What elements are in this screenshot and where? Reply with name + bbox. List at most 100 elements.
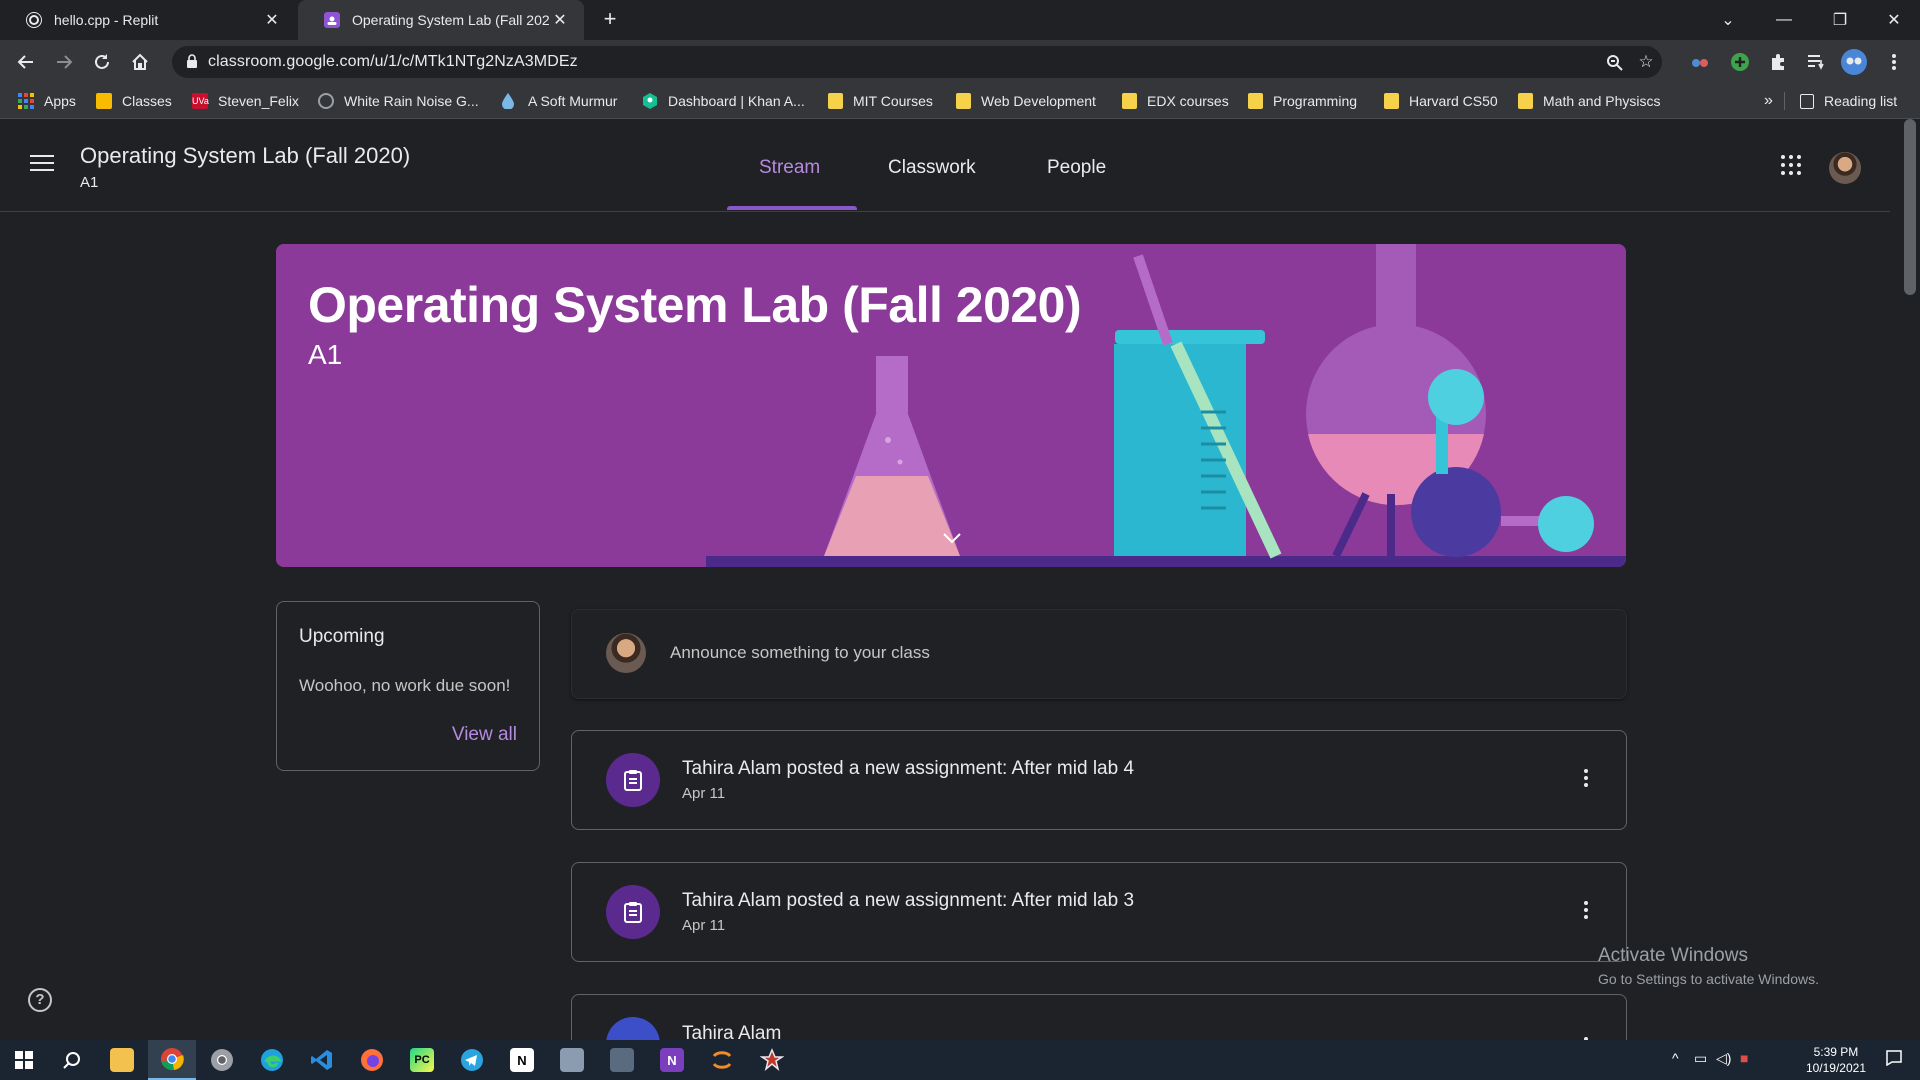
announce-box[interactable]: Announce something to your class (571, 609, 1627, 699)
post-title[interactable]: Tahira Alam (682, 1023, 781, 1041)
bookmark-apps[interactable]: Apps (18, 92, 76, 110)
forward-button[interactable] (50, 48, 78, 76)
bookmark-white-rain-noise[interactable]: White Rain Noise G... (318, 92, 479, 110)
zoom-icon[interactable] (1604, 52, 1624, 72)
minimize-button[interactable]: — (1756, 0, 1812, 40)
browser-tab-replit[interactable]: hello.cpp - Replit ✕ (0, 0, 296, 40)
bookmark-star-icon[interactable]: ☆ (1636, 52, 1656, 72)
reload-button[interactable] (88, 48, 116, 76)
notifications-icon[interactable] (1886, 1050, 1902, 1069)
noise-icon (318, 93, 334, 109)
onenote-icon[interactable]: N (648, 1040, 696, 1080)
post-title[interactable]: Tahira Alam posted a new assignment: Aft… (682, 890, 1134, 912)
google-apps-icon[interactable] (1781, 155, 1801, 175)
bookmark-folder-cs50[interactable]: Harvard CS50 (1384, 92, 1498, 110)
start-button[interactable] (0, 1040, 48, 1080)
home-button[interactable] (126, 48, 154, 76)
banner-section: A1 (308, 339, 343, 370)
watermark-title: Activate Windows (1598, 945, 1748, 966)
file-explorer-icon[interactable] (98, 1040, 146, 1080)
antivirus-icon[interactable]: ■ (1740, 1050, 1748, 1066)
firefox-icon[interactable] (348, 1040, 396, 1080)
tab-search-icon[interactable]: ⌄ (1700, 0, 1756, 40)
post-title[interactable]: Tahira Alam posted a new assignment: Aft… (682, 758, 1134, 780)
upcoming-empty-text: Woohoo, no work due soon! (299, 676, 511, 695)
app-icon[interactable] (548, 1040, 596, 1080)
bookmark-folder-edx[interactable]: EDX courses (1122, 92, 1229, 110)
tab-stream[interactable]: Stream (759, 157, 820, 179)
droplet-icon (502, 93, 518, 110)
bookmark-folder-mit[interactable]: MIT Courses (828, 92, 933, 110)
bookmark-classes[interactable]: Classes (96, 92, 172, 110)
bookmark-khan-academy[interactable]: Dashboard | Khan A... (642, 92, 805, 110)
extensions-puzzle-icon[interactable] (1766, 50, 1790, 74)
bookmark-label: MIT Courses (853, 93, 933, 109)
activate-windows-watermark: Activate Windows Go to Settings to activ… (1598, 945, 1819, 987)
chrome-icon[interactable] (148, 1040, 196, 1080)
tab-title: Operating System Lab (Fall 2020) (352, 12, 550, 28)
tab-people[interactable]: People (1047, 157, 1106, 179)
network-icon[interactable]: ▭ (1694, 1050, 1707, 1067)
tab-title: hello.cpp - Replit (54, 12, 159, 28)
bookmark-folder-programming[interactable]: Programming (1248, 92, 1357, 110)
pycharm-icon[interactable]: PC (398, 1040, 446, 1080)
calculator-icon[interactable] (598, 1040, 646, 1080)
folder-icon (828, 93, 843, 109)
restore-button[interactable]: ❐ (1812, 0, 1868, 40)
browser-tab-classroom[interactable]: Operating System Lab (Fall 2020) ✕ (298, 0, 584, 40)
bookmark-label: Math and Physiscs (1543, 93, 1661, 109)
more-options-icon[interactable] (1584, 901, 1588, 922)
app-icon[interactable] (748, 1040, 796, 1080)
browser-menu-icon[interactable] (1882, 50, 1906, 74)
chevron-up-icon[interactable]: ^ (1672, 1050, 1679, 1066)
announce-placeholder[interactable]: Announce something to your class (670, 643, 930, 663)
vscode-icon[interactable] (298, 1040, 346, 1080)
close-icon[interactable]: ✕ (550, 10, 570, 30)
clock[interactable]: 5:39 PM 10/19/2021 (1806, 1044, 1866, 1076)
tab-classwork[interactable]: Classwork (888, 157, 976, 179)
media-queue-icon[interactable] (1804, 50, 1828, 74)
view-all-link[interactable]: View all (452, 724, 517, 746)
page-scrollbar[interactable] (1900, 119, 1920, 1039)
notion-icon[interactable]: N (498, 1040, 546, 1080)
folder-icon (1248, 93, 1263, 109)
volume-icon[interactable]: ◁) (1716, 1050, 1731, 1067)
help-icon[interactable]: ? (28, 988, 52, 1012)
bookmark-folder-web-dev[interactable]: Web Development (956, 92, 1096, 110)
chrome-icon[interactable] (198, 1040, 246, 1080)
divider (1784, 92, 1785, 110)
bookmark-label: Apps (44, 93, 76, 109)
stream-post[interactable]: Tahira Alam posted a new assignment: Aft… (571, 730, 1627, 830)
folder-icon (956, 93, 971, 109)
telegram-icon[interactable] (448, 1040, 496, 1080)
profile-avatar[interactable] (1840, 48, 1868, 76)
lock-icon[interactable] (186, 54, 198, 74)
upcoming-card: Upcoming Woohoo, no work due soon! View … (276, 601, 540, 771)
bookmark-a-soft-murmur[interactable]: A Soft Murmur (502, 92, 617, 110)
address-bar[interactable]: classroom.google.com/u/1/c/MTk1NTg2NzA3M… (172, 46, 1662, 78)
close-icon[interactable]: ✕ (262, 10, 282, 30)
window-close-button[interactable]: ✕ (1866, 0, 1920, 40)
bookmark-label: A Soft Murmur (528, 93, 618, 109)
hamburger-menu-icon[interactable] (30, 155, 54, 175)
search-icon[interactable] (48, 1040, 96, 1080)
edge-icon[interactable] (248, 1040, 296, 1080)
new-tab-button[interactable]: + (596, 8, 624, 32)
post-date: Apr 11 (682, 917, 726, 934)
back-button[interactable] (12, 48, 40, 76)
reading-list-button[interactable]: Reading list (1800, 92, 1897, 110)
class-title[interactable]: Operating System Lab (Fall 2020) (80, 143, 410, 169)
bookmarks-overflow-button[interactable]: » (1764, 92, 1773, 110)
stream-post[interactable]: Tahira Alam (571, 994, 1627, 1041)
stream-post[interactable]: Tahira Alam posted a new assignment: Aft… (571, 862, 1627, 962)
url-text[interactable]: classroom.google.com/u/1/c/MTk1NTg2NzA3M… (208, 53, 578, 71)
eclipse-icon[interactable] (698, 1040, 746, 1080)
bookmark-folder-math-physics[interactable]: Math and Physiscs (1518, 92, 1661, 110)
reading-list-label: Reading list (1824, 93, 1898, 109)
more-options-icon[interactable] (1584, 769, 1588, 790)
extension-icon[interactable] (1688, 50, 1712, 74)
extension-add-icon[interactable] (1728, 50, 1752, 74)
scrollbar-thumb[interactable] (1904, 119, 1916, 295)
bookmark-steven-felix[interactable]: UVa Steven_Felix (192, 92, 299, 110)
account-avatar[interactable] (1829, 152, 1861, 184)
